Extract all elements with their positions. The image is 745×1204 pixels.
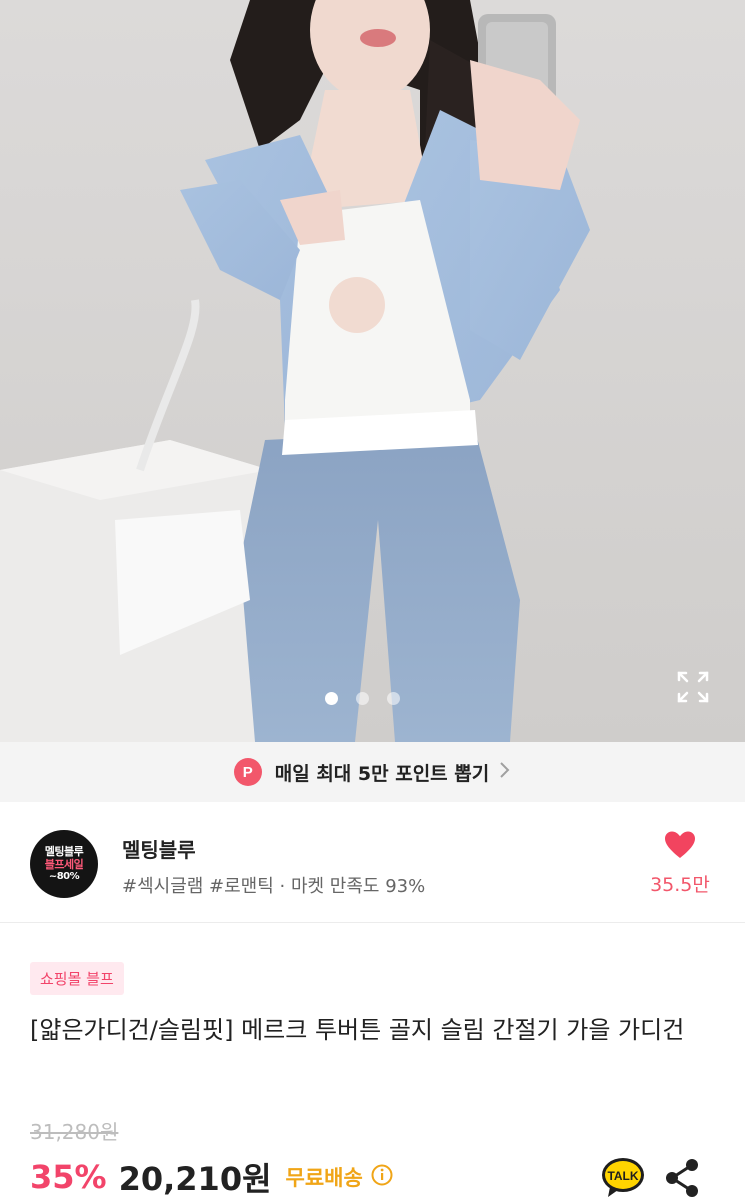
heart-icon bbox=[665, 831, 695, 858]
share-icon[interactable] bbox=[664, 1158, 700, 1198]
pagination-dot-1[interactable] bbox=[325, 692, 338, 705]
sale-price: 20,210원 bbox=[118, 1160, 272, 1198]
price-row: 35% 20,210원 무료배송 bbox=[30, 1154, 393, 1200]
avatar-line-2: 블프세일 bbox=[44, 858, 84, 871]
point-event-banner[interactable]: P 매일 최대 5만 포인트 뽑기 bbox=[0, 742, 745, 802]
seller-tags: #섹시글램 #로맨틱 · 마켓 만족도 93% bbox=[122, 876, 426, 897]
product-title: [얇은가디건/슬림핏] 메르크 투버튼 골지 슬림 간절기 가을 가디건 bbox=[30, 1016, 685, 1044]
kakao-talk-button[interactable]: TALK bbox=[600, 1156, 646, 1200]
avatar-line-1: 멜팅블루 bbox=[44, 844, 84, 858]
seller-avatar[interactable]: 멜팅블루 블프세일 ~80% bbox=[30, 830, 98, 898]
fullscreen-expand-icon[interactable] bbox=[676, 670, 710, 704]
avatar-line-3: ~80% bbox=[48, 871, 80, 883]
point-banner-text: 매일 최대 5만 포인트 뽑기 bbox=[274, 762, 490, 785]
discount-rate: 35% bbox=[30, 1158, 107, 1196]
product-image[interactable] bbox=[0, 0, 745, 742]
image-pagination bbox=[0, 692, 735, 706]
seller-info[interactable]: 멜팅블루 블프세일 ~80% 멜팅블루 #섹시글램 #로맨틱 · 마켓 만족도 … bbox=[0, 802, 745, 923]
seller-name[interactable]: 멜팅블루 bbox=[122, 834, 196, 863]
chevron-right-icon bbox=[499, 760, 511, 784]
point-badge-icon: P bbox=[233, 758, 262, 786]
free-shipping-label: 무료배송 bbox=[285, 1166, 363, 1190]
talk-icon: TALK bbox=[602, 1158, 644, 1197]
svg-text:TALK: TALK bbox=[607, 1169, 638, 1183]
product-photo bbox=[0, 0, 745, 742]
pagination-dot-2[interactable] bbox=[356, 692, 369, 705]
promo-badge: 쇼핑몰 블프 bbox=[30, 962, 124, 995]
pagination-dot-3[interactable] bbox=[387, 692, 400, 705]
like-count: 35.5만 bbox=[650, 874, 710, 896]
like-button[interactable]: 35.5만 bbox=[640, 830, 720, 897]
info-icon[interactable] bbox=[371, 1164, 393, 1190]
original-price: 31,280원 bbox=[30, 1120, 119, 1144]
